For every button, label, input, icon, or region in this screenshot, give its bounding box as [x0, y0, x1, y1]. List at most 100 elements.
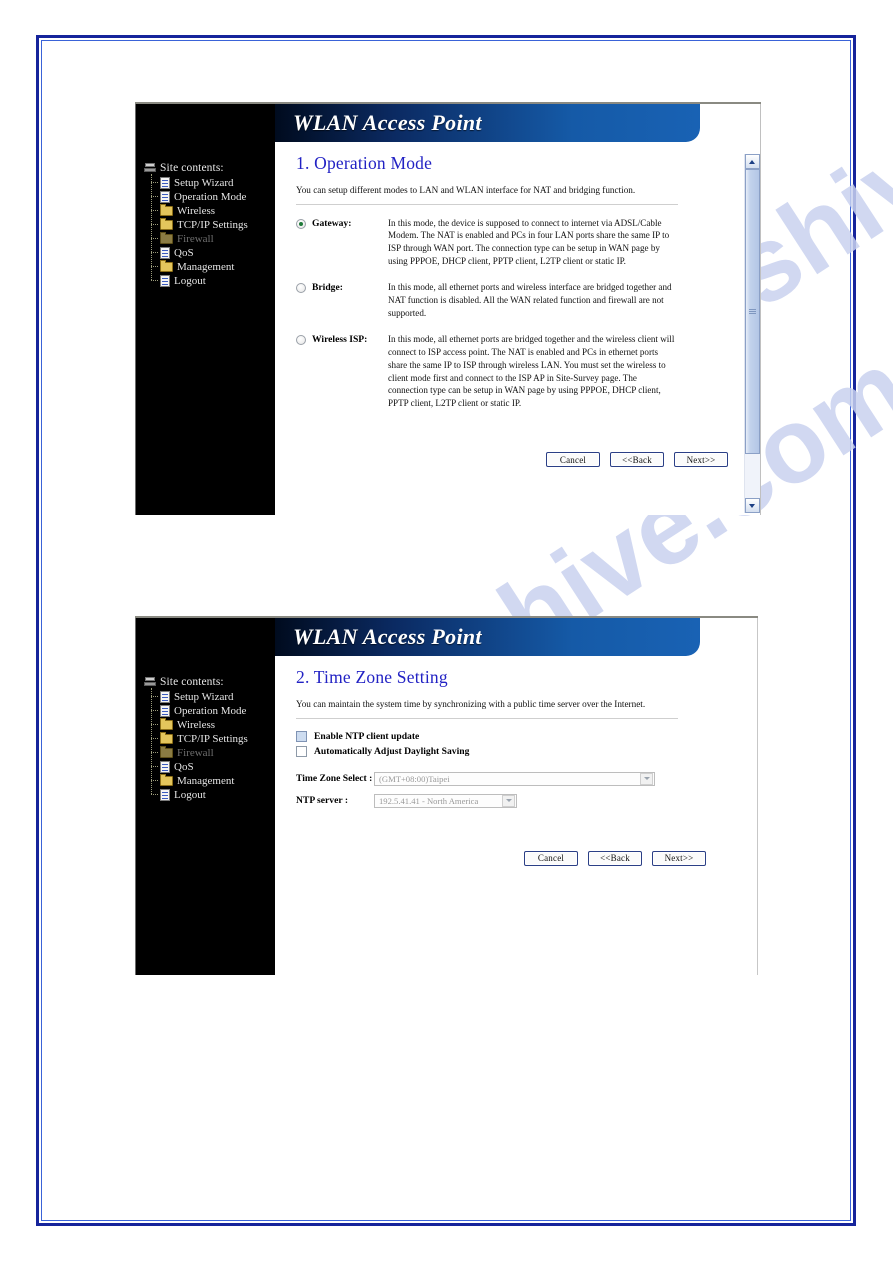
- sidebar-item-label: Wireless: [177, 718, 216, 731]
- back-button[interactable]: <<Back: [610, 452, 664, 468]
- page-icon: [160, 788, 170, 801]
- radio-gateway[interactable]: [296, 218, 306, 229]
- next-button[interactable]: Next>>: [652, 850, 706, 866]
- vertical-scrollbar[interactable]: [744, 154, 760, 513]
- tree-root-row[interactable]: Site contents:: [144, 675, 275, 689]
- scrollbar-thumb[interactable]: [744, 169, 760, 454]
- checkbox-label: Automatically Adjust Daylight Saving: [314, 745, 470, 757]
- page-body-2: 2. Time Zone Setting You can maintain th…: [275, 656, 757, 866]
- form-row-time-zone: Time Zone Select : (GMT+08:00)Taipei: [296, 771, 739, 786]
- mode-left: Wireless ISP:: [296, 333, 388, 410]
- checkbox-enable-ntp-client-update[interactable]: [296, 730, 307, 742]
- sidebar-item-label: Firewall: [177, 746, 214, 759]
- radio-wireless-isp[interactable]: [296, 334, 306, 345]
- time-zone-label: Time Zone Select :: [296, 773, 373, 784]
- sidebar-item-qos[interactable]: QoS: [150, 760, 275, 773]
- page-icon: [160, 704, 170, 717]
- page-body-1: 1. Operation Mode You can setup differen…: [275, 142, 760, 468]
- sidebar-item-logout[interactable]: Logout: [150, 788, 275, 801]
- sidebar-item-firewall[interactable]: Firewall: [150, 745, 275, 759]
- site-contents-tree-1: Site contents: Setup Wizard Operation Mo…: [144, 161, 275, 288]
- ntp-server-label: NTP server :: [296, 795, 349, 806]
- page-title: 2. Time Zone Setting: [296, 667, 448, 687]
- folder-icon: [160, 259, 173, 272]
- folder-icon: [160, 731, 173, 744]
- mode-row-bridge[interactable]: Bridge: In this mode, all ethernet ports…: [296, 281, 742, 320]
- mode-label: Wireless ISP:: [312, 333, 368, 345]
- sidebar-item-firewall[interactable]: Firewall: [150, 231, 275, 245]
- page-icon: [160, 246, 170, 259]
- content-panel-1: WLAN Access Point 1. Operation Mode You …: [275, 104, 761, 515]
- sidebar-item-label: Setup Wizard: [174, 690, 234, 703]
- screenshot-operation-mode: Site contents: Setup Wizard Operation Mo…: [135, 102, 761, 515]
- checkbox-row-daylight-saving[interactable]: Automatically Adjust Daylight Saving: [296, 745, 739, 757]
- computer-icon: [144, 163, 156, 173]
- sidebar-item-logout[interactable]: Logout: [150, 274, 275, 287]
- sidebar-item-management[interactable]: Management: [150, 259, 275, 273]
- app-title: WLAN Access Point: [293, 624, 482, 649]
- form-rows: Time Zone Select : (GMT+08:00)Taipei NTP…: [296, 771, 739, 808]
- mode-left: Gateway:: [296, 217, 388, 269]
- folder-icon: [160, 773, 173, 786]
- ntp-server-value: 192.5.41.41 - North America: [379, 795, 479, 806]
- sidebar-item-label: Logout: [174, 788, 206, 801]
- cancel-button[interactable]: Cancel: [524, 850, 578, 866]
- chevron-down-icon[interactable]: [640, 772, 653, 785]
- sidebar-item-qos[interactable]: QoS: [150, 246, 275, 259]
- sidebar-panel-1: Site contents: Setup Wizard Operation Mo…: [135, 104, 275, 515]
- mode-row-wireless-isp[interactable]: Wireless ISP: In this mode, all ethernet…: [296, 333, 742, 410]
- checkbox-row-enable-ntp[interactable]: Enable NTP client update: [296, 730, 739, 742]
- content-panel-2: WLAN Access Point 2. Time Zone Setting Y…: [275, 618, 758, 975]
- button-row-2: Cancel <<Back Next>>: [296, 850, 739, 866]
- ntp-server-select[interactable]: 192.5.41.41 - North America: [374, 793, 517, 808]
- mode-row-gateway[interactable]: Gateway: In this mode, the device is sup…: [296, 217, 742, 269]
- page-icon: [160, 274, 170, 287]
- sidebar-item-label: TCP/IP Settings: [177, 732, 248, 745]
- scroll-down-button[interactable]: [744, 498, 760, 513]
- site-contents-label: Site contents:: [160, 676, 224, 688]
- page-icon: [160, 176, 170, 189]
- sidebar-panel-2: Site contents: Setup Wizard Operation Mo…: [135, 618, 275, 975]
- back-button[interactable]: <<Back: [588, 850, 642, 866]
- divider: [296, 203, 678, 205]
- app-titlebar-2: WLAN Access Point: [275, 618, 700, 656]
- sidebar-item-operation-mode[interactable]: Operation Mode: [150, 190, 275, 203]
- mode-label: Bridge:: [312, 282, 343, 294]
- sidebar-item-label: QoS: [174, 246, 194, 259]
- radio-bridge[interactable]: [296, 283, 306, 294]
- tree-root-row[interactable]: Site contents:: [144, 161, 275, 175]
- sidebar-item-wireless[interactable]: Wireless: [150, 717, 275, 731]
- site-contents-label: Site contents:: [160, 162, 224, 174]
- cancel-button[interactable]: Cancel: [546, 452, 600, 468]
- checkbox-label: Enable NTP client update: [314, 730, 420, 742]
- mode-description: In this mode, all ethernet ports are bri…: [388, 333, 675, 409]
- sidebar-item-label: QoS: [174, 760, 194, 773]
- sidebar-item-tcpip-settings[interactable]: TCP/IP Settings: [150, 217, 275, 231]
- time-zone-select[interactable]: (GMT+08:00)Taipei: [374, 771, 655, 786]
- sidebar-item-management[interactable]: Management: [150, 773, 275, 787]
- next-button[interactable]: Next>>: [674, 452, 728, 468]
- sidebar-item-label: Management: [177, 260, 235, 273]
- sidebar-item-label: Operation Mode: [174, 190, 247, 203]
- chevron-down-icon[interactable]: [502, 794, 515, 807]
- mode-description: In this mode, all ethernet ports and wir…: [388, 282, 672, 318]
- sidebar-item-label: Logout: [174, 274, 206, 287]
- sidebar-item-setup-wizard[interactable]: Setup Wizard: [150, 176, 275, 189]
- intro-text: You can setup different modes to LAN and…: [296, 185, 636, 195]
- page-icon: [160, 760, 170, 773]
- sidebar-item-label: Firewall: [177, 232, 214, 245]
- scrollbar-grip-icon: [748, 311, 756, 312]
- sidebar-item-tcpip-settings[interactable]: TCP/IP Settings: [150, 731, 275, 745]
- sidebar-item-label: Management: [177, 774, 235, 787]
- folder-icon: [160, 217, 173, 230]
- scroll-up-button[interactable]: [744, 154, 760, 169]
- screenshot-time-zone-setting: Site contents: Setup Wizard Operation Mo…: [135, 616, 758, 975]
- app-titlebar-1: WLAN Access Point: [275, 104, 700, 142]
- sidebar-item-setup-wizard[interactable]: Setup Wizard: [150, 690, 275, 703]
- checkbox-automatically-adjust-daylight-saving[interactable]: [296, 745, 307, 757]
- sidebar-item-operation-mode[interactable]: Operation Mode: [150, 704, 275, 717]
- form-row-ntp-server: NTP server : 192.5.41.41 - North America: [296, 793, 739, 808]
- scrollbar-track[interactable]: [744, 169, 760, 498]
- page-icon: [160, 190, 170, 203]
- sidebar-item-wireless[interactable]: Wireless: [150, 203, 275, 217]
